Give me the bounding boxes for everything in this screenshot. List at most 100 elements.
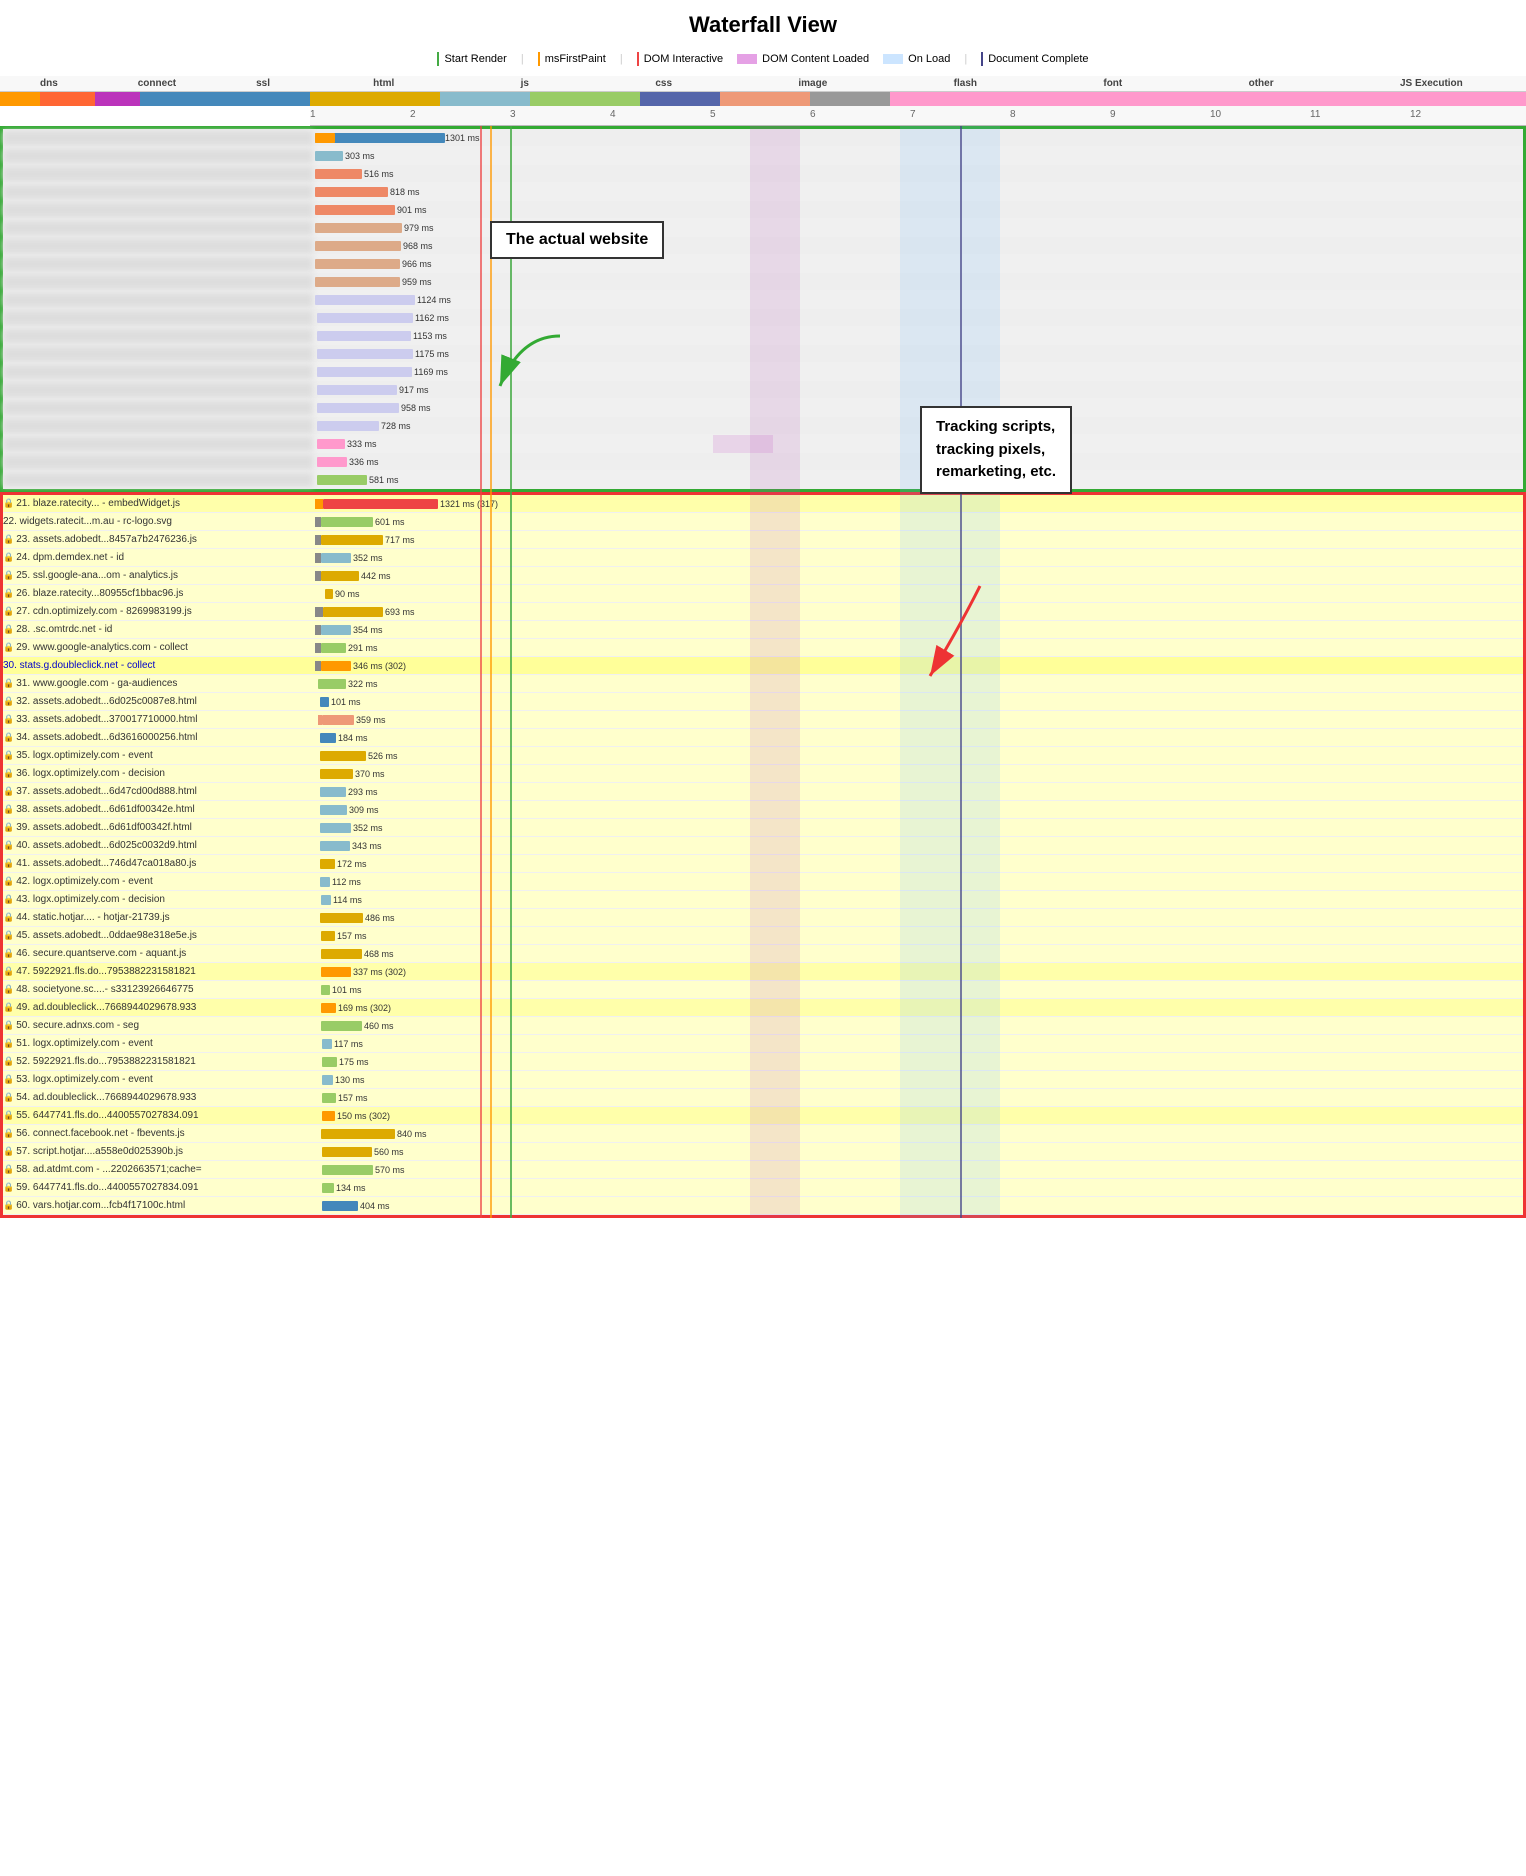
- css-color: [440, 92, 530, 106]
- row-label-31: 🔒 31. www.google.com - ga-audiences: [3, 678, 313, 689]
- table-row: 516 ms: [3, 165, 1523, 183]
- row-bar-area-33: 359 ms: [313, 711, 1523, 729]
- row-label-42: 🔒 42. logx.optimizely.com - event: [3, 876, 313, 887]
- table-row: 🔒 34. assets.adobedt...6d3616000256.html…: [3, 729, 1523, 747]
- row-bar-area: 581 ms: [313, 471, 1523, 489]
- table-row: 🔒 46. secure.quantserve.com - aquant.js …: [3, 945, 1523, 963]
- legend-dom-content-loaded: DOM Content Loaded: [737, 53, 869, 65]
- table-row: 🔒 52. 5922921.fls.do...7953882231581821 …: [3, 1053, 1523, 1071]
- bar-label: 966 ms: [402, 259, 432, 269]
- col-css: css: [655, 78, 672, 89]
- flash-color: [640, 92, 720, 106]
- row-bar-area-31: 322 ms: [313, 675, 1523, 693]
- row-bar-area-28: 354 ms: [313, 621, 1523, 639]
- table-row: 🔒 31. www.google.com - ga-audiences 322 …: [3, 675, 1523, 693]
- ms-label-50: 460 ms: [364, 1021, 394, 1031]
- row-bar-area-57: 560 ms: [313, 1143, 1523, 1161]
- bar-label: 516 ms: [364, 169, 394, 179]
- row-bar-area-23: 717 ms: [313, 531, 1523, 549]
- table-row: 🔒 44. static.hotjar.... - hotjar-21739.j…: [3, 909, 1523, 927]
- row-bar-area-53: 130 ms: [313, 1071, 1523, 1089]
- lock-icon-38: 🔒: [3, 804, 14, 815]
- row-text-22: 22. widgets.ratecit...m.au - rc-logo.svg: [3, 516, 172, 527]
- tick-1: 1: [310, 109, 316, 120]
- bar-42: [320, 877, 330, 887]
- table-row: 901 ms: [3, 201, 1523, 219]
- row-bar-area-41: 172 ms: [313, 855, 1523, 873]
- row-label-39: 🔒 39. assets.adobedt...6d61df00342f.html: [3, 822, 313, 833]
- table-row: 🔒 38. assets.adobedt...6d61df00342e.html…: [3, 801, 1523, 819]
- bar-29: [321, 643, 346, 653]
- table-row: 959 ms: [3, 273, 1523, 291]
- lock-icon-33: 🔒: [3, 714, 14, 725]
- row-bar-area-25: 442 ms: [313, 567, 1523, 585]
- row-text-60: 60. vars.hotjar.com...fcb4f17100c.html: [16, 1200, 185, 1211]
- bar-label: 1301 ms: [445, 133, 480, 143]
- row-bar-area-58: 570 ms: [313, 1161, 1523, 1179]
- row-text-35: 35. logx.optimizely.com - event: [16, 750, 153, 761]
- timeline-ticks: 1 2 3 4 5 6 7 8 9 10 11 12: [310, 106, 1526, 126]
- waterfall-rows-container: 1301 ms 303 ms 516 ms: [0, 126, 1526, 1218]
- red-yellow-section: 🔒 21. blaze.ratecity... - embedWidget.js…: [0, 492, 1526, 1218]
- row-bar-area-54: 157 ms: [313, 1089, 1523, 1107]
- jsexec-color: [890, 92, 1526, 106]
- table-row: 🔒 33. assets.adobedt...370017710000.html…: [3, 711, 1523, 729]
- legend-dom-interactive: DOM Interactive: [637, 52, 723, 66]
- bar-50: [321, 1021, 362, 1031]
- table-row: 🔒 40. assets.adobedt...6d025c0032d9.html…: [3, 837, 1523, 855]
- table-row: 🔒 53. logx.optimizely.com - event 130 ms: [3, 1071, 1523, 1089]
- bar-55: [322, 1111, 335, 1121]
- tick-12: 12: [1410, 109, 1421, 120]
- bar: [315, 169, 362, 179]
- bar: [315, 259, 400, 269]
- row-label-25: 🔒 25. ssl.google-ana...om - analytics.js: [3, 570, 313, 581]
- bar-44: [320, 913, 363, 923]
- col-html: html: [373, 78, 394, 89]
- bar-label: 333 ms: [347, 439, 377, 449]
- legend-dom-content-loaded-label: DOM Content Loaded: [762, 53, 869, 65]
- row-text-53: 53. logx.optimizely.com - event: [16, 1074, 153, 1085]
- lock-icon-29: 🔒: [3, 642, 14, 653]
- ms-label-24: 352 ms: [353, 553, 383, 563]
- lock-icon-45: 🔒: [3, 930, 14, 941]
- row-label-blurred: [3, 149, 313, 163]
- bar: [315, 205, 395, 215]
- row-bar-area: 959 ms: [313, 273, 1523, 291]
- row-label-53: 🔒 53. logx.optimizely.com - event: [3, 1074, 313, 1085]
- row-bar-area-59: 134 ms: [313, 1179, 1523, 1197]
- bar-label: 1153 ms: [413, 331, 447, 341]
- lock-icon-42: 🔒: [3, 876, 14, 887]
- ms-label-49: 169 ms (302): [338, 1003, 391, 1013]
- row-text-34: 34. assets.adobedt...6d3616000256.html: [16, 732, 197, 743]
- table-row: 🔒 43. logx.optimizely.com - decision 114…: [3, 891, 1523, 909]
- lock-icon-24: 🔒: [3, 552, 14, 563]
- bar: [315, 151, 343, 161]
- lock-icon-43: 🔒: [3, 894, 14, 905]
- row-bar-area: 917 ms: [313, 381, 1523, 399]
- row-text-29: 29. www.google-analytics.com - collect: [16, 642, 188, 653]
- row-label-52: 🔒 52. 5922921.fls.do...7953882231581821: [3, 1056, 313, 1067]
- table-row: 958 ms: [3, 399, 1523, 417]
- row-text-47: 47. 5922921.fls.do...7953882231581821: [16, 966, 196, 977]
- row-label-28: 🔒 28. .sc.omtrdc.net - id: [3, 624, 313, 635]
- ms-label-43: 114 ms: [333, 895, 362, 905]
- row-bar-area-56: 840 ms: [313, 1125, 1523, 1143]
- lock-icon-28: 🔒: [3, 624, 14, 635]
- tick-5: 5: [710, 109, 716, 120]
- legend-msfirstpaint: msFirstPaint: [538, 52, 606, 66]
- bar-52: [322, 1057, 337, 1067]
- bar-31: [318, 679, 346, 689]
- legend-start-render-label: Start Render: [444, 53, 506, 65]
- connect-color: [40, 92, 95, 106]
- tick-2: 2: [410, 109, 416, 120]
- row-label-43: 🔒 43. logx.optimizely.com - decision: [3, 894, 313, 905]
- row-label-24: 🔒 24. dpm.demdex.net - id: [3, 552, 313, 563]
- row-label-33: 🔒 33. assets.adobedt...370017710000.html: [3, 714, 313, 725]
- row-label-38: 🔒 38. assets.adobedt...6d61df00342e.html: [3, 804, 313, 815]
- page-title: Waterfall View: [0, 0, 1526, 46]
- lock-icon-58: 🔒: [3, 1164, 14, 1175]
- bar: [317, 457, 347, 467]
- html-color-left: [140, 92, 310, 106]
- row-label-30: 30. stats.g.doubleclick.net - collect: [3, 660, 313, 671]
- lock-icon-51: 🔒: [3, 1038, 14, 1049]
